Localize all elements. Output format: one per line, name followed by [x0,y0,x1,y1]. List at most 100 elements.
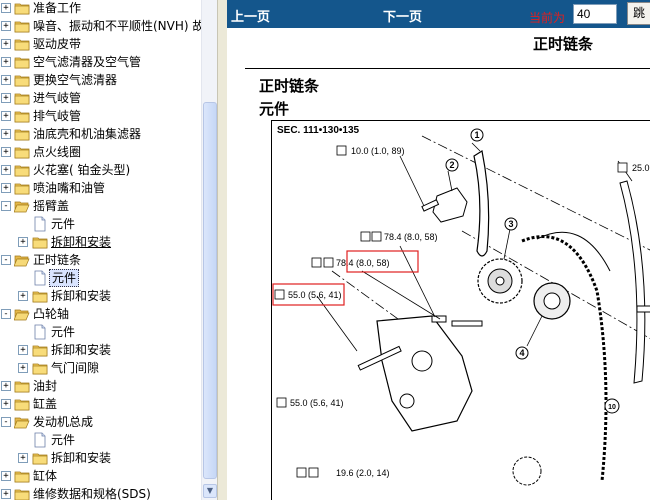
tree-item[interactable]: + 喷油嘴和油管 [0,179,201,197]
expand-icon[interactable]: + [18,237,28,247]
torque-label: 19.6 (2.0, 14) [336,468,390,478]
next-page-link[interactable]: 下一页 [383,6,422,25]
expand-icon[interactable]: + [1,183,11,193]
tree-item-label: 元件 [51,217,76,231]
expand-icon[interactable]: + [18,453,28,463]
expand-icon[interactable]: + [1,111,11,121]
expand-icon[interactable]: + [1,129,11,139]
exploded-view-drawing: 10.0 (1.0, 89) 78.4 (8.0, 58) 78.4 (8.0,… [272,128,650,486]
tree-item[interactable]: + 火花塞( 铂金头型) [0,161,201,179]
torque-label: 78.4 (8.0, 58) [336,258,390,268]
subsection-title: 元件 [259,100,290,118]
tree-item[interactable]: + 维修数据和规格(SDS) [0,485,201,500]
collapse-icon[interactable]: - [1,201,11,211]
tree-item[interactable]: + 驱动皮带 [0,35,201,53]
tree-item[interactable]: + 拆卸和安装 [0,449,201,467]
tree-item-label: 缸盖 [33,397,58,411]
tree-item[interactable]: + 更换空气滤清器 [0,71,201,89]
folder-icon [32,450,48,466]
tree-item[interactable]: + 气门间隙 [0,359,201,377]
scrollbar-thumb[interactable] [203,102,217,479]
tree-item-label: 拆卸和安装 [51,451,112,465]
expand-icon[interactable]: + [1,93,11,103]
tree-item-label: 油底壳和机油集滤器 [33,127,142,141]
pane-splitter[interactable] [217,0,227,500]
callout-10: 10 [608,404,616,411]
tree-item[interactable]: - 正时链条 [0,251,201,269]
expand-icon[interactable]: + [1,399,11,409]
tree-item[interactable]: + 空气滤清器及空气管 [0,53,201,71]
expand-icon[interactable]: + [1,489,11,499]
tree-item[interactable]: + 拆卸和安装 [0,287,201,305]
tree-item-label: 油封 [33,379,58,393]
tree-item-label: 凸轮轴 [33,307,70,321]
jump-button[interactable]: 跳 [627,2,650,25]
torque-labels: 10.0 (1.0, 89) 78.4 (8.0, 58) 78.4 (8.0,… [288,146,650,478]
folder-icon [32,234,48,250]
expand-icon[interactable]: + [18,345,28,355]
tree-item-label: 元件 [49,269,80,287]
tree-item-label: 元件 [51,433,76,447]
tree-item-label: 进气岐管 [33,91,82,105]
expand-icon[interactable]: + [1,75,11,85]
callout-2: 2 [449,160,454,170]
document-pane: 上一页 下一页 当前为 跳 正时链条 正时链条 元件 SEC. 111•130•… [227,0,650,500]
expand-icon[interactable]: + [18,363,28,373]
timing-chain-diagram: SEC. 111•130•135 10.0 (1.0, 89) 78.4 (8.… [271,120,650,500]
tree-item[interactable]: + 排气岐管 [0,107,201,125]
tree-item[interactable]: 元件 [0,431,201,449]
tree-item[interactable]: 元件 [0,215,201,233]
expand-icon[interactable]: + [18,291,28,301]
torque-label: 55.0 (5.6, 41) [290,398,344,408]
expand-icon[interactable]: + [1,471,11,481]
folder-icon [14,36,30,52]
folder-icon [14,90,30,106]
document-icon [32,216,48,232]
tree-item[interactable]: + 缸盖 [0,395,201,413]
folder-open-icon [13,306,30,322]
prev-page-link[interactable]: 上一页 [231,6,270,25]
tree-item[interactable]: + 缸体 [0,467,201,485]
expand-icon[interactable]: + [1,39,11,49]
expand-icon[interactable]: + [1,147,11,157]
tree-item[interactable]: + 进气岐管 [0,89,201,107]
folder-open-icon [13,198,30,214]
expand-icon[interactable]: + [1,381,11,391]
tree-item[interactable]: + 噪音、振动和不平顺性(NVH) 故 [0,17,201,35]
torque-label: 78.4 (8.0, 58) [384,232,438,242]
collapse-icon[interactable]: - [1,255,11,265]
tree-item[interactable]: + 拆卸和安装 [0,341,201,359]
folder-icon [14,54,30,70]
scroll-down-arrow[interactable]: ▼ [203,484,217,498]
tree-item[interactable]: + 点火线圈 [0,143,201,161]
expand-icon[interactable]: + [1,3,11,13]
tree-item-label: 拆卸和安装 [51,289,112,303]
expand-icon[interactable]: + [1,21,11,31]
tree-item[interactable]: + 油封 [0,377,201,395]
tree-item[interactable]: + 拆卸和安装 [0,233,201,251]
tree-item[interactable]: - 发动机总成 [0,413,201,431]
page-title: 正时链条 [533,35,594,53]
page-number-input[interactable] [573,4,617,24]
tree-item[interactable]: + 准备工作 [0,0,201,17]
folder-icon [14,486,30,500]
tree-item[interactable]: 元件 [0,323,201,341]
tree-item-label: 元件 [51,325,76,339]
tree-item[interactable]: + 油底壳和机油集滤器 [0,125,201,143]
collapse-icon[interactable]: - [1,309,11,319]
expand-icon[interactable]: + [1,165,11,175]
folder-icon [14,72,30,88]
tree-scrollbar[interactable]: ▼ [201,0,217,500]
tree-item-label: 空气滤清器及空气管 [33,55,142,69]
tree-item-label: 气门间隙 [51,361,100,375]
current-page-label: 当前为 [529,11,566,25]
tree-item[interactable]: - 摇臂盖 [0,197,201,215]
collapse-icon[interactable]: - [1,417,11,427]
tree-item-label: 喷油嘴和油管 [33,181,106,195]
tree-item[interactable]: 元件 [0,269,201,287]
tree-item[interactable]: - 凸轮轴 [0,305,201,323]
expand-icon[interactable]: + [1,57,11,67]
torque-label: 55.0 (5.6, 41) [288,290,342,300]
folder-icon [14,468,30,484]
tree-item-label: 正时链条 [33,253,82,267]
